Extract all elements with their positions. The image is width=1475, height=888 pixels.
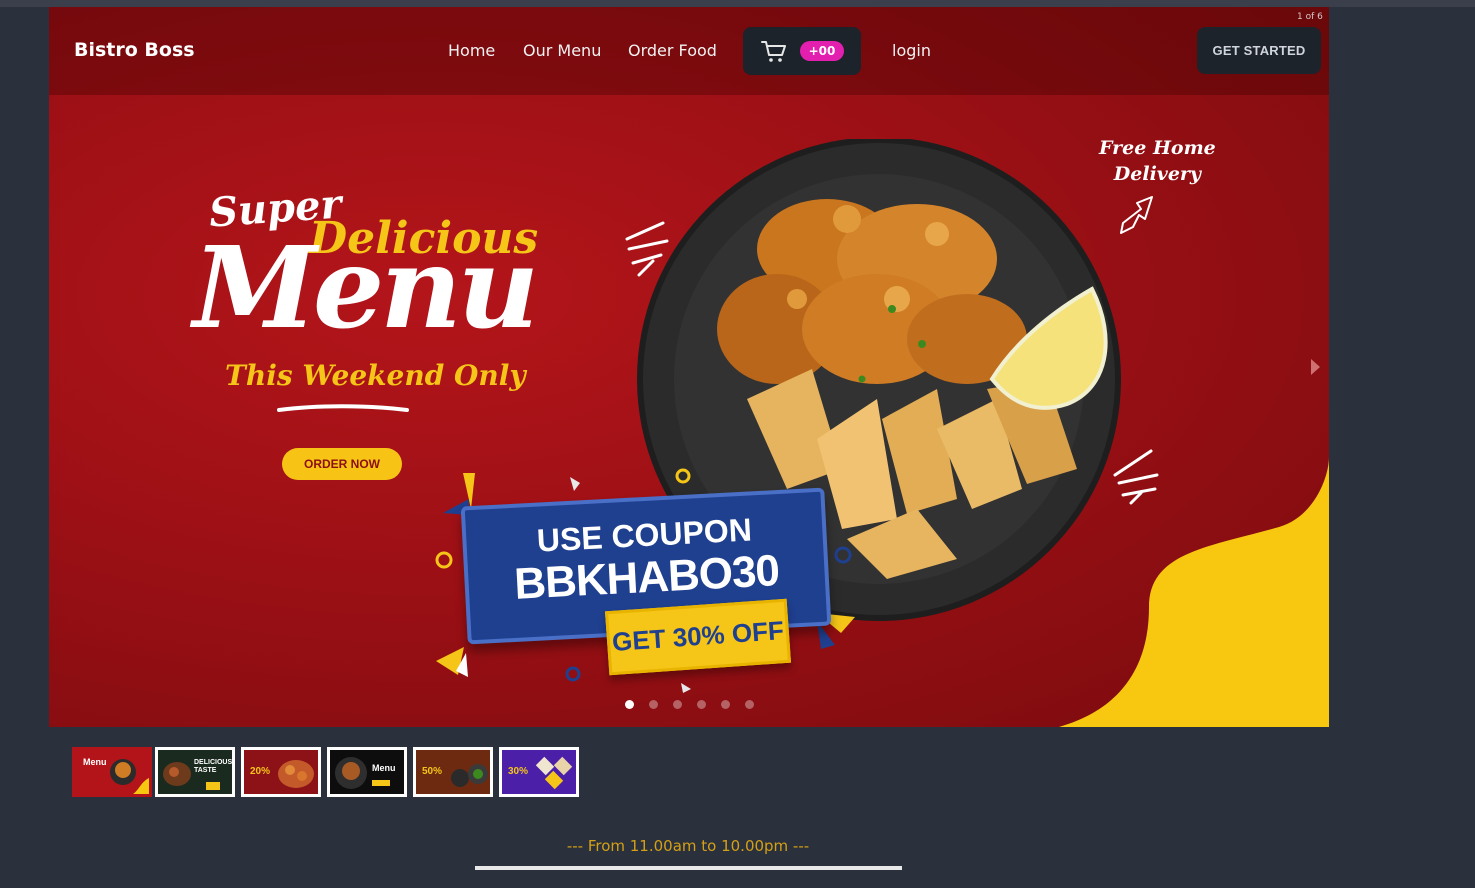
delivery-arrow-icon (1120, 196, 1153, 234)
carousel-dot-2[interactable] (649, 700, 658, 709)
thumbnail-5-food-icon (451, 764, 488, 787)
browser-top-strip (0, 0, 1475, 7)
top-navbar: Bistro Boss Home Our Menu Order Food +00… (49, 7, 1329, 95)
get-started-button[interactable]: GET STARTED (1197, 27, 1321, 74)
thumbnail-1-label: Menu (83, 757, 107, 767)
nav-link-home[interactable]: Home (448, 41, 495, 60)
order-now-button[interactable]: ORDER NOW (282, 448, 402, 480)
thumbnail-3[interactable]: 20% (241, 747, 321, 797)
carousel-dot-4[interactable] (697, 700, 706, 709)
thumbnail-2[interactable]: DELICIOUS TASTE (155, 747, 235, 797)
decor-ring-yellow-top (675, 468, 691, 484)
decor-triangles-bottom (436, 647, 468, 677)
free-delivery-text: Free Home Delivery (1099, 135, 1216, 187)
carousel-dot-1[interactable] (625, 700, 634, 709)
thumbnail-6-food-icon (535, 756, 573, 790)
decor-small-triangle (570, 477, 580, 491)
brand-logo[interactable]: Bistro Boss (74, 39, 195, 61)
decor-ring-blue-bottom (565, 666, 581, 682)
coupon-discount-label: GET 30% OFF (604, 598, 792, 676)
decor-small-triangle-bottom (681, 683, 691, 693)
thumbnail-6-label: 30% (508, 766, 529, 777)
headline-menu: Menu (193, 223, 539, 354)
thumbnail-4-tag-icon (372, 780, 390, 786)
free-delivery-line-1: Free Home (1099, 137, 1216, 159)
carousel-next-arrow-icon[interactable] (1311, 359, 1320, 375)
free-delivery-line-2: Delivery (1113, 163, 1201, 185)
thumbnail-2-tag-icon (206, 782, 220, 790)
headline-weekend: This Weekend Only (225, 359, 526, 392)
thumbnail-2-label: DELICIOUS TASTE (194, 759, 233, 774)
thumbnail-5-label: 50% (422, 766, 443, 777)
cart-icon (761, 41, 786, 62)
brush-underline (277, 404, 409, 412)
nav-link-order-food[interactable]: Order Food (628, 41, 717, 60)
thumbnail-1[interactable]: Menu (72, 747, 152, 797)
section-divider (475, 866, 902, 870)
burst-lines-right-icon (1113, 449, 1159, 505)
slide-counter: 1 of 6 (1297, 12, 1323, 22)
thumbnail-1-wave-icon (133, 778, 149, 794)
hero-carousel[interactable]: Bistro Boss Home Our Menu Order Food +00… (49, 7, 1329, 727)
thumbnail-5[interactable]: 50% (413, 747, 493, 797)
carousel-dot-5[interactable] (721, 700, 730, 709)
carousel-dot-6[interactable] (745, 700, 754, 709)
thumbnail-4-label: Menu (372, 763, 396, 773)
thumbnail-3-label: 20% (250, 766, 271, 777)
carousel-dot-3[interactable] (673, 700, 682, 709)
thumbnail-4-food-icon (335, 757, 367, 789)
thumbnail-2-food-icon (163, 762, 191, 786)
thumbnail-6[interactable]: 30% (499, 747, 579, 797)
thumbnail-4[interactable]: Menu (327, 747, 407, 797)
cart-count-badge: +00 (800, 41, 844, 61)
nav-link-our-menu[interactable]: Our Menu (523, 41, 601, 60)
cart-button[interactable]: +00 (743, 27, 861, 75)
burst-lines-left-icon (625, 221, 669, 277)
opening-hours-text: --- From 11.00am to 10.00pm --- (566, 837, 810, 855)
decor-ring-blue (834, 546, 852, 564)
decor-ring-yellow-left (435, 551, 453, 569)
thumbnail-3-food-icon (278, 760, 314, 788)
nav-link-login[interactable]: login (892, 41, 931, 60)
